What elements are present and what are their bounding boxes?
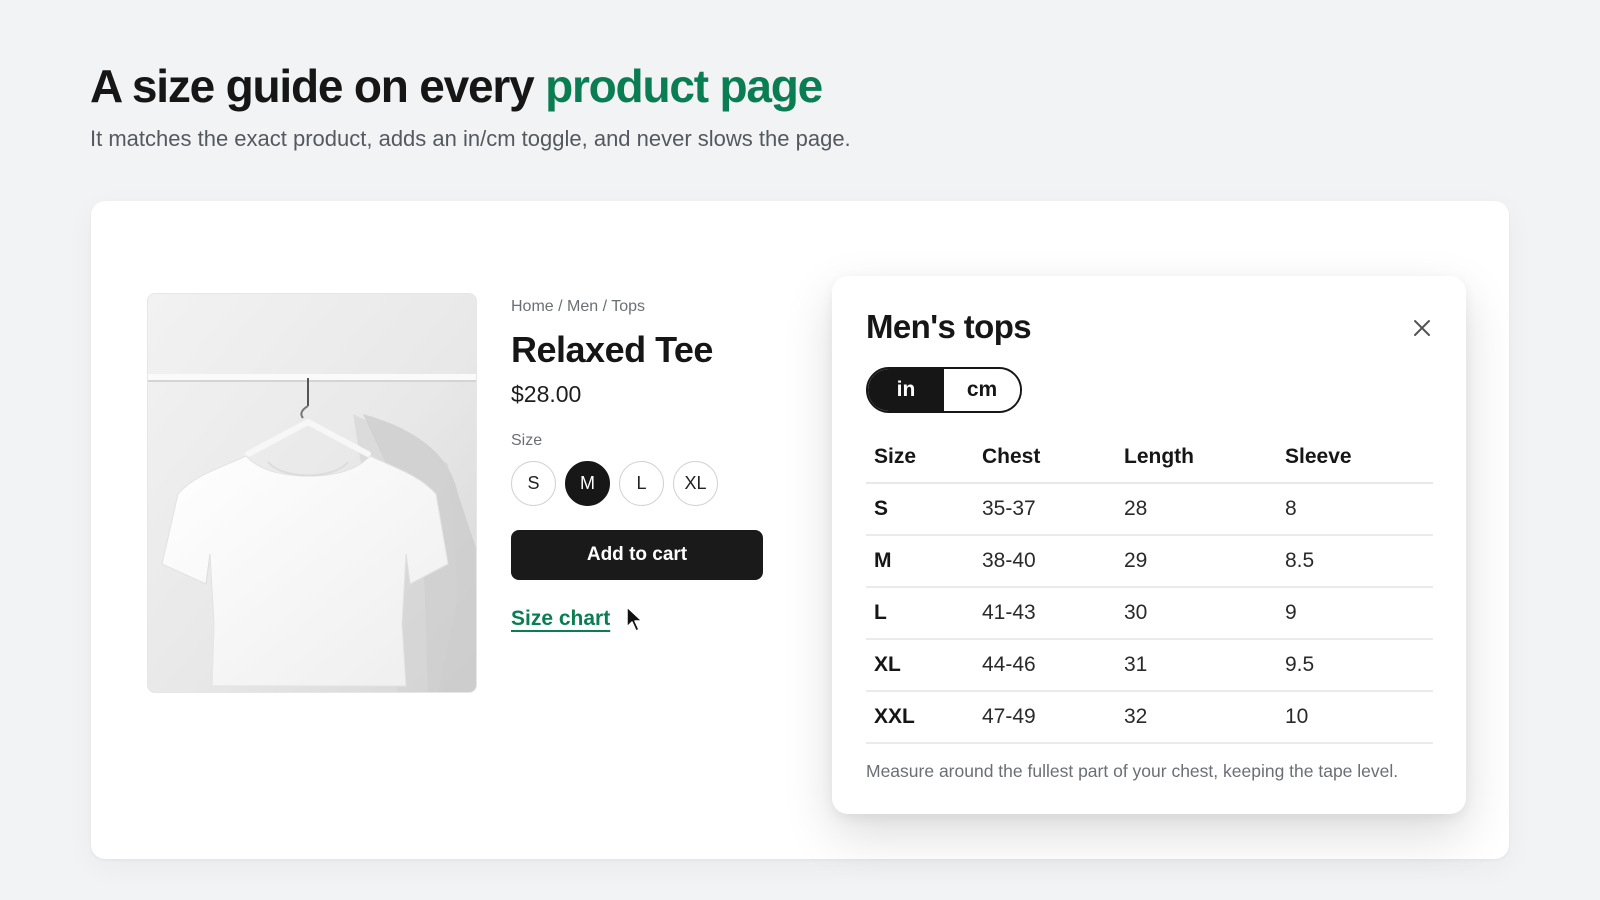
column-header-size: Size [866,431,974,484]
cell-length: 31 [1116,639,1277,692]
size-chart-row: Size chart [511,604,781,634]
unit-toggle: in cm [866,367,1022,413]
tshirt-on-hanger-illustration [148,294,476,692]
unit-option-in[interactable]: in [868,369,944,411]
cell-length: 30 [1116,587,1277,640]
product-title: Relaxed Tee [511,329,713,370]
size-option-m[interactable]: M [565,461,610,506]
page-subtitle: It matches the exact product, adds an in… [90,126,851,151]
headline-accent: product page [545,60,823,112]
table-row: L 41-43 30 9 [866,587,1433,640]
add-to-cart-button[interactable]: Add to cart [511,530,763,580]
close-icon [1414,320,1430,336]
size-option-s[interactable]: S [511,461,556,506]
cell-length: 29 [1116,535,1277,588]
mouse-cursor-icon [626,606,643,632]
size-table: Size Chest Length Sleeve S 35-37 28 8 M … [866,431,1433,744]
column-header-sleeve: Sleeve [1277,431,1433,484]
cell-sleeve: 10 [1277,691,1433,744]
size-guide-modal: Men's tops in cm Size Chest Length Sleev… [832,276,1466,814]
size-selector: S M L XL [511,461,781,506]
product-image [147,293,477,693]
cell-size: M [866,535,974,588]
product-price: $28.00 [511,381,582,407]
headline-plain: A size guide on every [90,60,546,112]
size-chart-link[interactable]: Size chart [511,607,610,631]
cell-chest: 47-49 [974,691,1116,744]
cell-length: 28 [1116,483,1277,536]
table-header-row: Size Chest Length Sleeve [866,431,1433,484]
size-guide-title: Men's tops [866,308,1032,345]
breadcrumb[interactable]: Home / Men / Tops [511,297,781,317]
close-button[interactable] [1408,314,1436,342]
column-header-length: Length [1116,431,1277,484]
cell-size: S [866,483,974,536]
cell-sleeve: 8.5 [1277,535,1433,588]
cell-sleeve: 9 [1277,587,1433,640]
table-row: XXL 47-49 32 10 [866,691,1433,744]
cell-chest: 35-37 [974,483,1116,536]
product-info: Home / Men / Tops Relaxed Tee $28.00 Siz… [511,297,781,634]
cell-size: XL [866,639,974,692]
cell-chest: 38-40 [974,535,1116,588]
cell-size: L [866,587,974,640]
cell-chest: 41-43 [974,587,1116,640]
table-row: S 35-37 28 8 [866,483,1433,536]
cell-sleeve: 9.5 [1277,639,1433,692]
cell-sleeve: 8 [1277,483,1433,536]
unit-option-cm[interactable]: cm [944,369,1020,411]
size-option-l[interactable]: L [619,461,664,506]
size-option-xl[interactable]: XL [673,461,718,506]
cell-length: 32 [1116,691,1277,744]
measurement-note: Measure around the fullest part of your … [866,761,1399,781]
column-header-chest: Chest [974,431,1116,484]
table-row: M 38-40 29 8.5 [866,535,1433,588]
table-row: XL 44-46 31 9.5 [866,639,1433,692]
cell-size: XXL [866,691,974,744]
product-page-preview: Home / Men / Tops Relaxed Tee $28.00 Siz… [91,201,1509,859]
page-headline: A size guide on every product page [90,58,823,114]
cell-chest: 44-46 [974,639,1116,692]
size-label: Size [511,432,543,449]
